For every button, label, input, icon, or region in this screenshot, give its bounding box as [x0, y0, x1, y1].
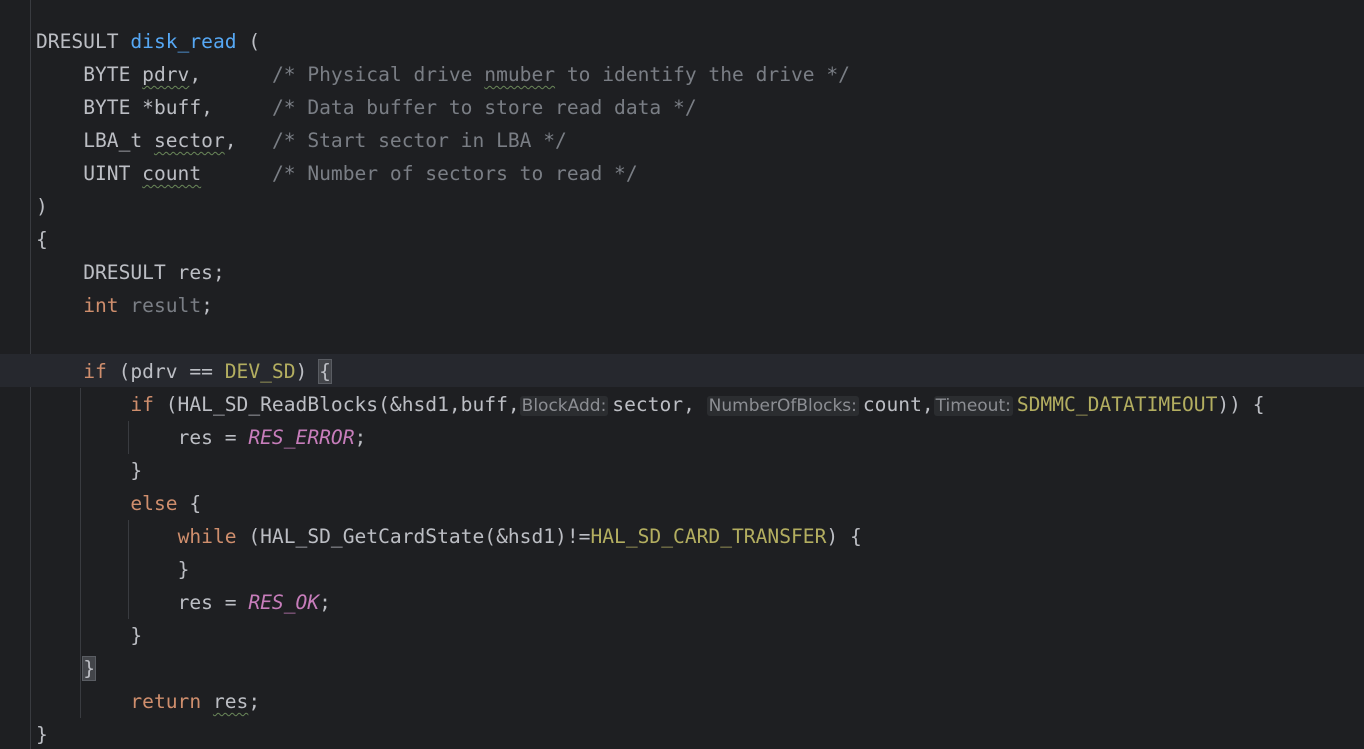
keyword: return	[130, 690, 202, 713]
expression: )) {	[1217, 393, 1265, 416]
code-line-decl-result[interactable]: int result;	[36, 289, 213, 322]
matched-brace: }	[82, 656, 96, 681]
keyword: else	[130, 492, 178, 515]
param-type: LBA_t	[83, 129, 143, 152]
code-line-param-pdrv[interactable]: BYTE pdrv, /* Physical drive nmuber to i…	[36, 58, 850, 91]
inlay-hint-blockadd: BlockAdd:	[519, 396, 609, 416]
typo-word: nmuber	[484, 63, 556, 86]
code-line-else[interactable]: else {	[36, 487, 201, 520]
code-editor[interactable]: DRESULT disk_read ( BYTE pdrv, /* Physic…	[0, 0, 1364, 749]
code-line-close-brace[interactable]: }	[36, 619, 142, 652]
keyword: int	[83, 294, 119, 317]
return-type: DRESULT	[36, 30, 119, 53]
param-name[interactable]: count	[142, 162, 201, 185]
code-line-while[interactable]: while (HAL_SD_GetCardState(&hsd1)!=HAL_S…	[36, 520, 862, 553]
code-line-close-paren[interactable]: )	[36, 190, 48, 223]
expression: ) {	[826, 525, 862, 548]
code-line-open-brace[interactable]: {	[36, 223, 48, 256]
variable[interactable]: res	[213, 690, 248, 713]
close-brace: }	[130, 624, 143, 647]
enum-constant[interactable]: RES_OK	[248, 591, 319, 614]
code-line-param-sector[interactable]: LBA_t sector, /* Start sector in LBA */	[36, 124, 567, 157]
punct: ;	[354, 426, 367, 449]
close-brace: }	[36, 723, 48, 746]
expression: )	[295, 360, 320, 383]
punct: ;	[248, 690, 261, 713]
inlay-hint-timeout: Timeout:	[933, 396, 1013, 416]
code-line-return[interactable]: return res;	[36, 685, 260, 718]
code-comment: /* Physical drive nmuber to identify the…	[271, 63, 850, 86]
code-comment: /* Data buffer to store read data */	[271, 96, 697, 119]
param-name[interactable]: pdrv	[142, 63, 189, 86]
open-paren: (	[236, 30, 261, 53]
code-line-param-count[interactable]: UINT count /* Number of sectors to read …	[36, 157, 638, 190]
expression: (pdrv ==	[106, 360, 225, 383]
keyword: while	[177, 525, 237, 548]
code-line-param-buff[interactable]: BYTE *buff, /* Data buffer to store read…	[36, 91, 697, 124]
macro[interactable]: HAL_SD_CARD_TRANSFER	[590, 525, 826, 548]
assignment: res =	[177, 591, 249, 614]
param-name[interactable]: sector	[154, 129, 225, 152]
call-expression[interactable]: (HAL_SD_ReadBlocks(&hsd1,buff,	[154, 393, 520, 416]
code-line-res-error[interactable]: res = RES_ERROR;	[36, 421, 367, 454]
code-comment: /* Start sector in LBA */	[271, 129, 567, 152]
code-line-if-readblocks[interactable]: if (HAL_SD_ReadBlocks(&hsd1,buff, BlockAd…	[36, 388, 1265, 421]
code-line-res-ok[interactable]: res = RES_OK;	[36, 586, 331, 619]
macro[interactable]: DEV_SD	[225, 360, 296, 383]
unused-variable[interactable]: result	[130, 294, 201, 317]
macro[interactable]: SDMMC_DATATIMEOUT	[1017, 393, 1218, 416]
close-brace: }	[130, 459, 143, 482]
inlay-hint-numberofblocks: NumberOfBlocks:	[706, 396, 859, 416]
punct: ,	[224, 129, 237, 152]
keyword: if	[83, 360, 107, 383]
open-brace: {	[36, 228, 48, 251]
matched-brace: {	[318, 359, 332, 384]
open-brace: {	[177, 492, 202, 515]
code-comment: /* Number of sectors to read */	[271, 162, 638, 185]
code-line-close-brace[interactable]: }	[36, 454, 142, 487]
argument: count,	[862, 393, 934, 416]
param-type: UINT	[83, 162, 131, 185]
punct: ;	[201, 294, 213, 317]
punct: ;	[319, 591, 331, 614]
function-name[interactable]: disk_read	[130, 30, 236, 53]
code-line-decl-res[interactable]: DRESULT res;	[36, 256, 225, 289]
keyword: if	[130, 393, 154, 416]
argument: sector,	[612, 393, 695, 416]
close-paren: )	[36, 195, 48, 218]
code-line-close-brace[interactable]: }	[36, 553, 190, 586]
code-line-function-signature[interactable]: DRESULT disk_read (	[36, 25, 260, 58]
close-brace: }	[177, 558, 190, 581]
param-type: BYTE	[83, 96, 131, 119]
punct: ,	[189, 63, 202, 86]
param-name[interactable]: *buff,	[142, 96, 213, 119]
assignment: res =	[177, 426, 249, 449]
code-line-if-pdrv[interactable]: if (pdrv == DEV_SD) {	[36, 355, 332, 388]
call-expression[interactable]: (HAL_SD_GetCardState(&hsd1)!=	[237, 525, 590, 548]
declaration: DRESULT res;	[83, 261, 225, 284]
enum-constant[interactable]: RES_ERROR	[248, 426, 354, 449]
code-line-close-brace-matched[interactable]: }	[36, 652, 96, 685]
param-type: BYTE	[83, 63, 131, 86]
code-line-close-function[interactable]: }	[36, 718, 48, 749]
